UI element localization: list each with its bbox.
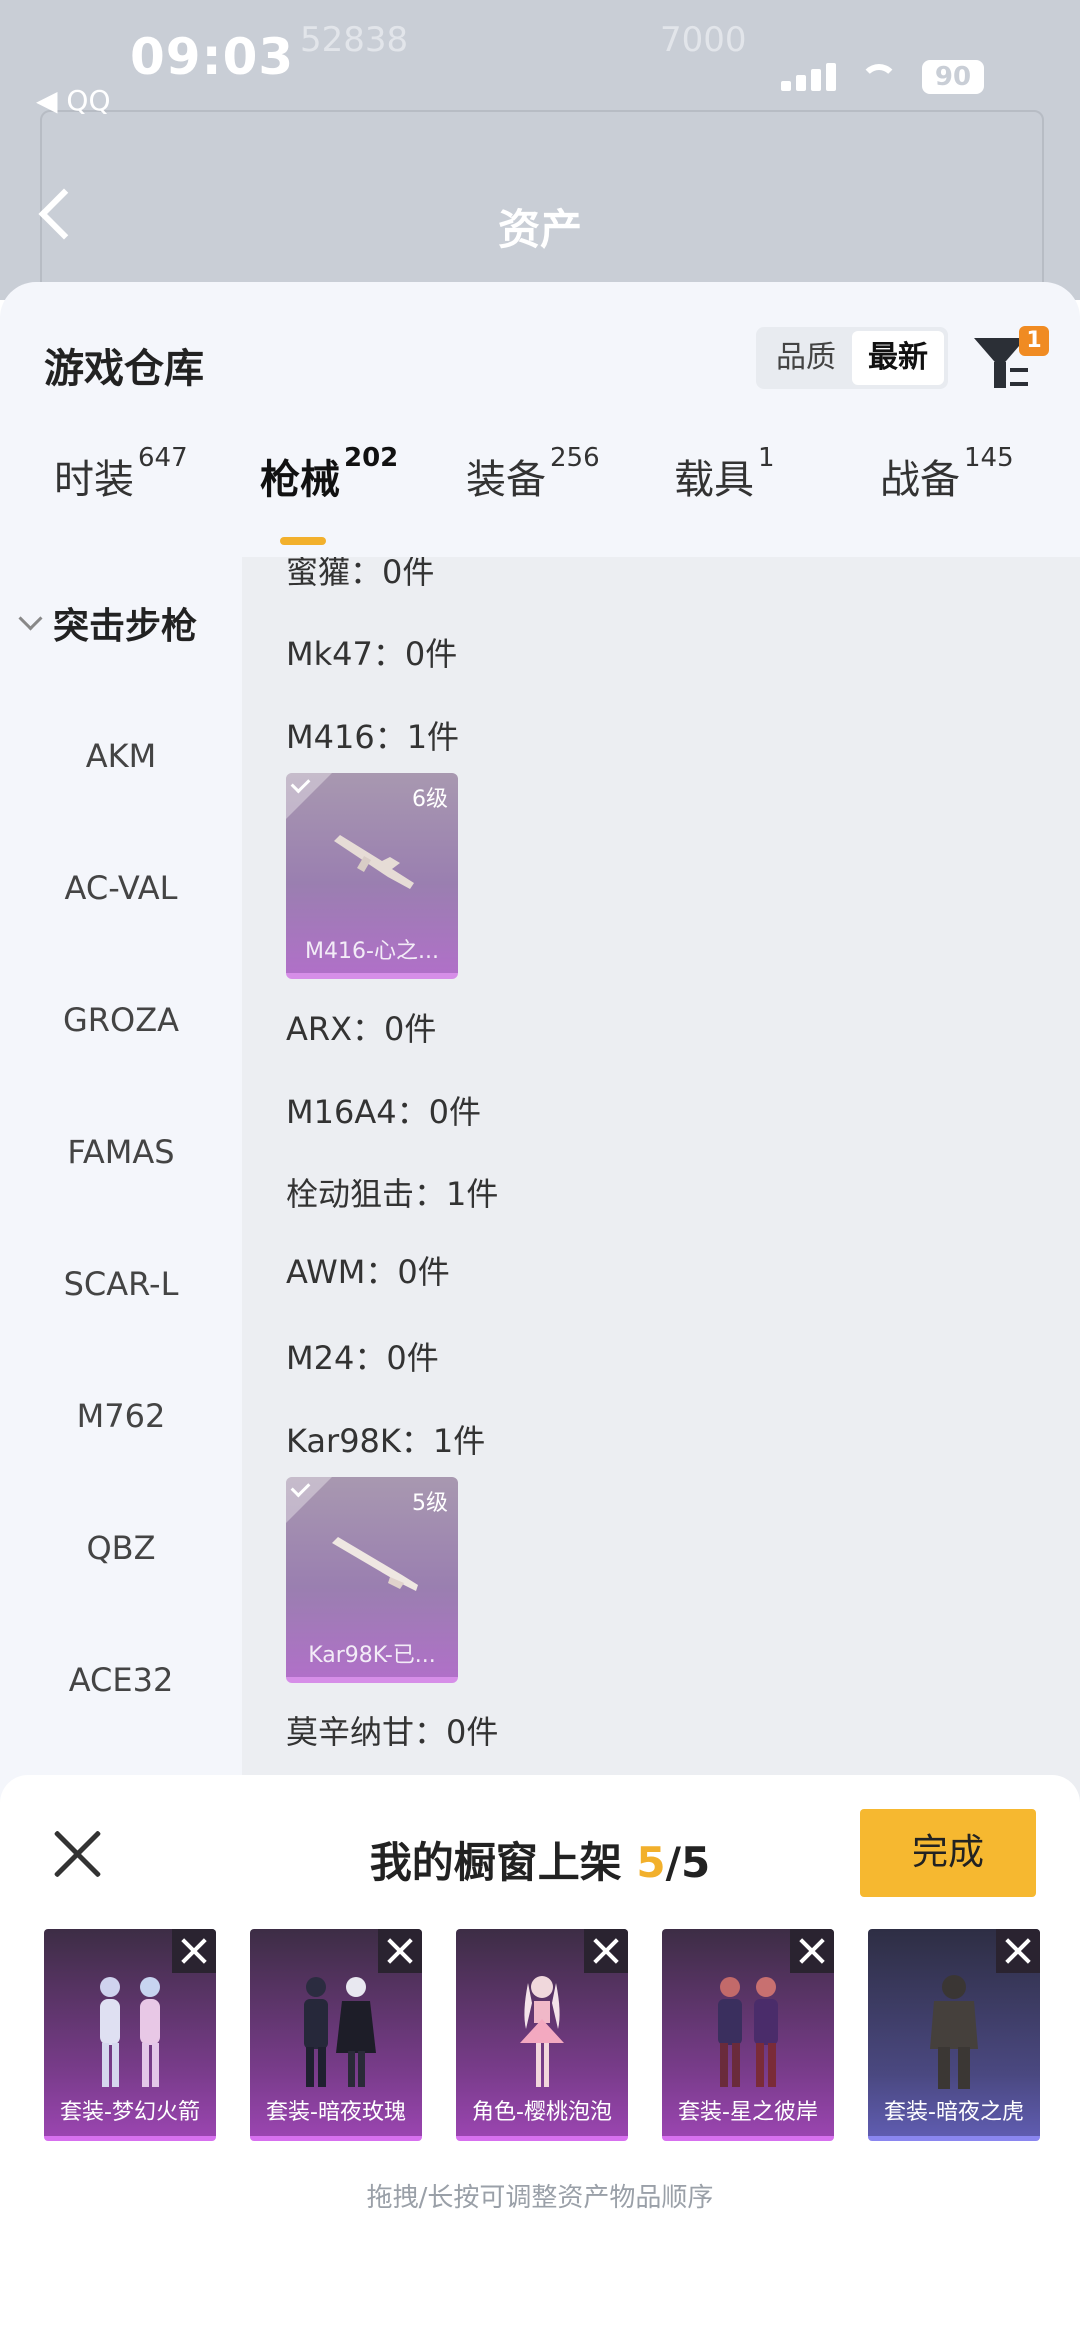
showcase-item[interactable]: 角色-樱桃泡泡 xyxy=(456,1929,628,2141)
status-icons: 90 xyxy=(781,60,984,94)
tab-vehicles[interactable]: 载具 1 xyxy=(674,443,775,505)
sort-newest-button[interactable]: 最新 xyxy=(852,331,944,385)
reorder-hint: 拖拽/长按可调整资产物品顺序 xyxy=(366,2183,714,2213)
rifle-icon xyxy=(332,1537,418,1591)
background-page: 09:03 ◀ QQ 52838 7000 90 资产 xyxy=(0,0,1080,304)
sidebar-item-ace32[interactable]: ACE32 xyxy=(0,1661,242,1699)
showcase-item[interactable]: 套装-暗夜玫瑰 xyxy=(250,1929,422,2141)
battery-icon: 90 xyxy=(922,60,984,94)
background-value: 7000 xyxy=(660,20,747,60)
weapon-skin-card[interactable]: 5级 Kar98K-已... xyxy=(286,1477,458,1683)
tab-guns[interactable]: 枪械 202 xyxy=(260,443,398,505)
sort-toggle: 品质 最新 xyxy=(756,327,948,389)
background-value: 52838 xyxy=(300,20,409,60)
showcase-item-label: 套装-星之彼岸 xyxy=(678,2100,818,2125)
tab-supplies[interactable]: 战备 145 xyxy=(880,443,1014,505)
tab-count: 256 xyxy=(550,443,600,473)
sheet-title: 游戏仓库 xyxy=(44,346,204,392)
active-tab-indicator xyxy=(280,537,326,545)
outfit-figure-icon xyxy=(718,1977,778,2087)
tab-count: 647 xyxy=(138,443,188,473)
chevron-down-icon xyxy=(18,605,43,631)
list-item: AWM：0件 xyxy=(286,1253,450,1291)
showcase-count-total: /5 xyxy=(665,1838,711,1887)
list-item: 莫辛纳甘：0件 xyxy=(286,1713,499,1751)
showcase-item[interactable]: 套装-梦幻火箭 xyxy=(44,1929,216,2141)
outfit-figure-icon xyxy=(100,1977,160,2087)
filter-badge: 1 xyxy=(1019,326,1049,356)
sidebar-item-groza[interactable]: GROZA xyxy=(0,1001,242,1039)
wifi-icon xyxy=(860,64,898,90)
list-item: Kar98K：1件 xyxy=(286,1422,486,1460)
tab-fashion[interactable]: 时装 647 xyxy=(54,443,188,505)
outfit-figure-icon xyxy=(520,1976,564,2087)
sidebar-item-qbz[interactable]: QBZ xyxy=(0,1529,242,1567)
list-item: 蜜獾：0件 xyxy=(286,557,435,591)
tab-label: 装备 xyxy=(466,457,546,503)
showcase-item-label: 套装-梦幻火箭 xyxy=(60,2100,200,2125)
outfit-figure-icon xyxy=(304,1977,376,2087)
remove-item-icon[interactable] xyxy=(172,1929,216,1973)
background-title: 资产 xyxy=(497,205,582,254)
remove-item-icon[interactable] xyxy=(996,1929,1040,1973)
skin-name: Kar98K-已... xyxy=(308,1643,436,1668)
tab-equipment[interactable]: 装备 256 xyxy=(466,443,600,505)
category-tabs: 时装 647 枪械 202 装备 256 载具 1 战备 145 xyxy=(0,443,1080,557)
sidebar-group-label: 突击步枪 xyxy=(53,606,198,647)
tab-label: 枪械 xyxy=(260,457,340,503)
tab-count: 1 xyxy=(758,443,775,473)
done-button[interactable]: 完成 xyxy=(860,1809,1036,1897)
sidebar-item-ac-val[interactable]: AC-VAL xyxy=(0,869,242,907)
skin-name: M416-心之... xyxy=(305,939,439,964)
skin-level: 6级 xyxy=(412,787,448,812)
tab-label: 载具 xyxy=(674,457,754,503)
skin-level: 5级 xyxy=(412,1491,448,1516)
showcase-item-label: 角色-樱桃泡泡 xyxy=(472,2100,612,2125)
list-item: Mk47：0件 xyxy=(286,635,458,673)
showcase-item-label: 套装-暗夜之虎 xyxy=(884,2100,1024,2125)
sidebar-group-assault-rifles[interactable]: 突击步枪 xyxy=(18,597,197,649)
remove-item-icon[interactable] xyxy=(378,1929,422,1973)
status-back-to-app[interactable]: ◀ QQ xyxy=(36,84,111,117)
filter-icon-stem xyxy=(994,362,1006,388)
showcase-count-current: 5 xyxy=(636,1838,666,1887)
tab-count: 145 xyxy=(964,443,1014,473)
rifle-icon xyxy=(334,835,414,889)
list-item: M24：0件 xyxy=(286,1339,439,1377)
filter-button[interactable]: 1 xyxy=(974,326,1049,392)
showcase-item-label: 套装-暗夜玫瑰 xyxy=(266,2100,406,2125)
outfit-figure-icon xyxy=(930,1975,978,2089)
list-item: ARX：0件 xyxy=(286,1010,437,1048)
weapon-skin-card[interactable]: 6级 M416-心之... xyxy=(286,773,458,979)
tab-label: 时装 xyxy=(54,457,134,503)
showcase-item[interactable]: 套装-星之彼岸 xyxy=(662,1929,834,2141)
sort-quality-button[interactable]: 品质 xyxy=(760,331,852,385)
sidebar-item-m762[interactable]: M762 xyxy=(0,1397,242,1435)
remove-item-icon[interactable] xyxy=(584,1929,628,1973)
list-item: M16A4：0件 xyxy=(286,1093,481,1131)
filter-icon-lines xyxy=(1010,368,1028,386)
sidebar-item-akm[interactable]: AKM xyxy=(0,737,242,775)
list-item: 栓动狙击：1件 xyxy=(286,1175,499,1213)
showcase-panel: 我的橱窗上架 5/5 完成 套装-梦幻火箭 套装-暗夜玫瑰 角色-樱桃泡泡 套装… xyxy=(0,1775,1080,2341)
status-time: 09:03 xyxy=(130,28,295,86)
showcase-item[interactable]: 套装-暗夜之虎 xyxy=(868,1929,1040,2141)
sidebar-item-scar-l[interactable]: SCAR-L xyxy=(0,1265,242,1303)
tab-count: 202 xyxy=(344,443,399,473)
sidebar-item-famas[interactable]: FAMAS xyxy=(0,1133,242,1171)
panel-title-text: 我的橱窗上架 xyxy=(369,1838,622,1887)
remove-item-icon[interactable] xyxy=(790,1929,834,1973)
tab-label: 战备 xyxy=(880,457,960,503)
signal-icon xyxy=(781,63,836,91)
list-item: M416：1件 xyxy=(286,718,460,756)
